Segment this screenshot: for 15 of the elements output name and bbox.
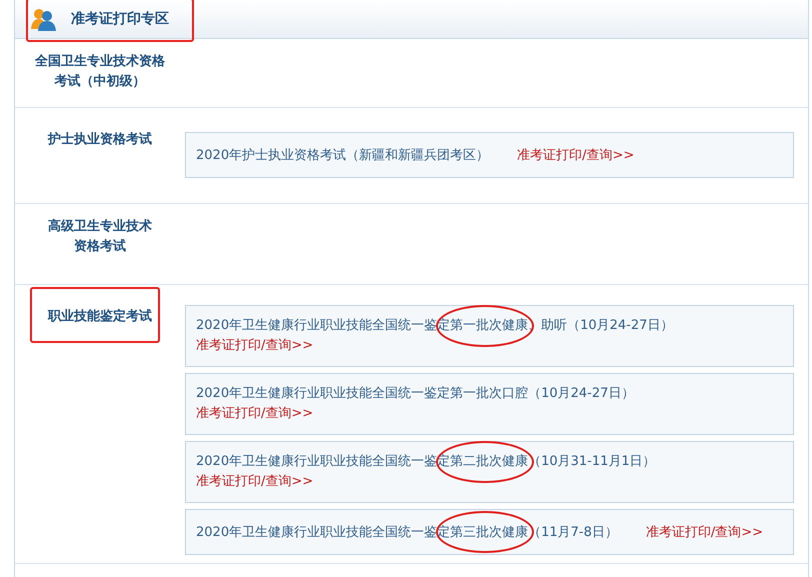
admission-ticket-link[interactable]: 准考证打印/查询>>: [196, 336, 783, 356]
exam-category-title: 资格考试: [74, 238, 126, 256]
exam-title: 2020年护士执业资格考试（新疆和新疆兵团考区）: [196, 147, 490, 164]
exam-category-title: 全国卫生专业技术资格: [35, 53, 165, 71]
admission-ticket-link[interactable]: 准考证打印/查询>>: [196, 404, 783, 424]
admission-ticket-link[interactable]: 准考证打印/查询>>: [517, 146, 634, 164]
admission-ticket-link[interactable]: 准考证打印/查询>>: [646, 523, 764, 541]
exam-category-title: 考试（中初级）: [54, 72, 146, 91]
section-heading: 准考证打印专区: [71, 10, 169, 28]
exam-category-title: 职业技能鉴定考试: [48, 308, 152, 326]
users-icon: [31, 7, 57, 31]
exam-category-title: 高级卫生专业技术: [48, 218, 152, 236]
exam-title: 2020年卫生健康行业职业技能全国统一鉴定第一批次口腔（10月24-27日）: [196, 385, 636, 403]
admission-ticket-link[interactable]: 准考证打印/查询>>: [196, 472, 783, 492]
exam-category-title: 护士执业资格考试: [48, 130, 152, 149]
